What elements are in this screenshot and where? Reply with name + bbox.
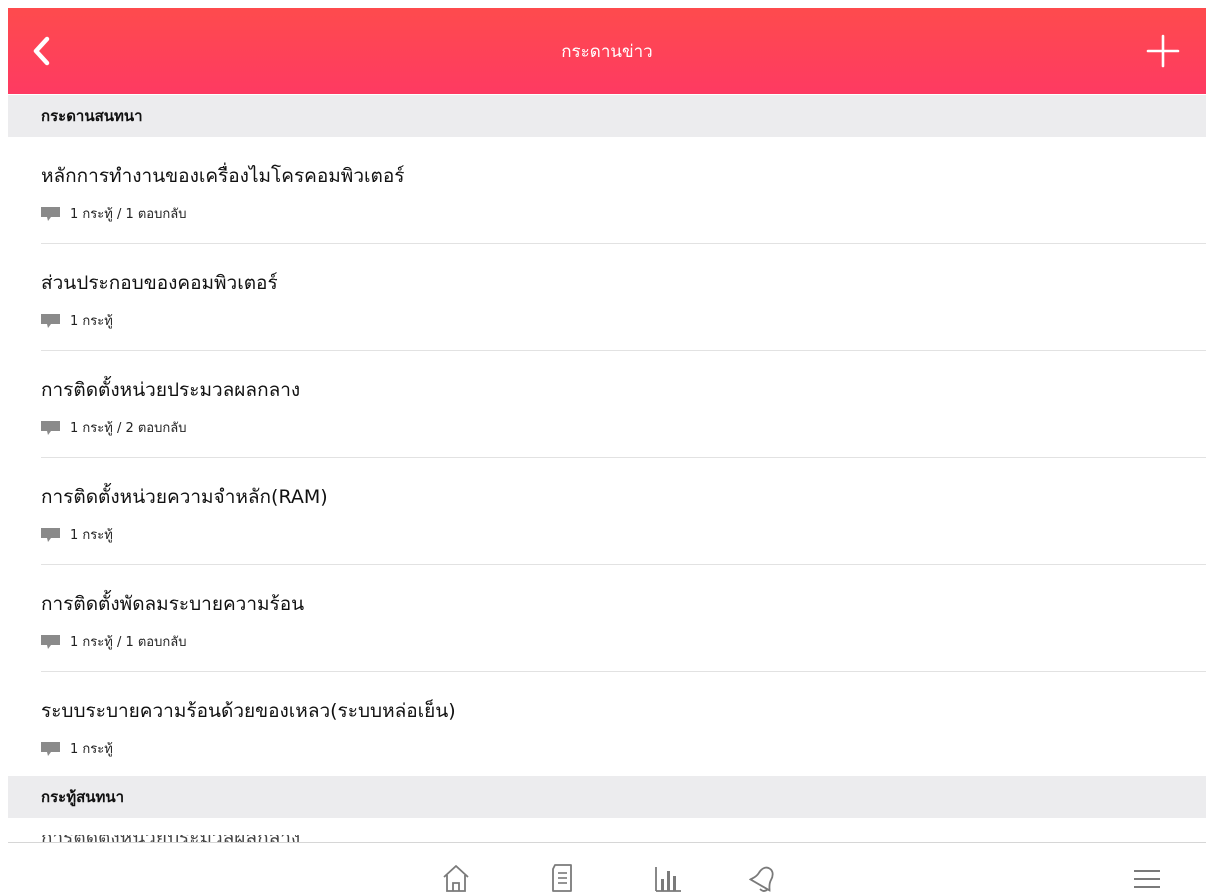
comment-icon <box>41 206 60 221</box>
board-stats-text: 1 กระทู้ <box>70 314 113 329</box>
board-stats: 1 กระทู้ / 1 ตอบกลับ <box>41 203 186 224</box>
list-item[interactable]: การติดตั้งหน่วยประมวลผลกลาง 1 กระทู้ / 2… <box>8 351 1206 458</box>
section-title: กระทู้สนทนา <box>41 788 125 806</box>
board-stats-text: 1 กระทู้ <box>70 742 113 757</box>
add-button[interactable] <box>1146 34 1180 68</box>
list-item[interactable]: ระบบระบายความร้อนด้วยของเหลว(ระบบหล่อเย็… <box>8 672 1206 779</box>
board-stats-text: 1 กระทู้ / 1 ตอบกลับ <box>70 635 187 650</box>
section-title: กระดานสนทนา <box>41 107 143 125</box>
header-bar: กระดานข่าว <box>8 8 1206 94</box>
tab-documents[interactable] <box>545 863 581 895</box>
document-icon <box>552 864 572 892</box>
board-stats: 1 กระทู้ <box>41 524 113 545</box>
comment-icon <box>41 634 60 649</box>
home-icon <box>443 865 469 892</box>
tab-notifications[interactable] <box>746 863 782 895</box>
board-stats: 1 กระทู้ <box>41 310 113 331</box>
comment-icon <box>41 741 60 756</box>
list-item[interactable]: หลักการทำงานของเครื่องไมโครคอมพิวเตอร์ 1… <box>8 137 1206 244</box>
section-header-topics: กระทู้สนทนา <box>8 776 1206 818</box>
list-item[interactable]: ส่วนประกอบของคอมพิวเตอร์ 1 กระทู้ <box>8 244 1206 351</box>
board-stats-text: 1 กระทู้ / 1 ตอบกลับ <box>70 207 187 222</box>
comment-icon <box>41 313 60 328</box>
list-item[interactable]: การติดตั้งหน่วยความจำหลัก(RAM) 1 กระทู้ <box>8 458 1206 565</box>
page-title: กระดานข่าว <box>561 41 653 62</box>
board-title: การติดตั้งหน่วยความจำหลัก(RAM) <box>41 486 328 508</box>
board-title: ระบบระบายความร้อนด้วยของเหลว(ระบบหล่อเย็… <box>41 700 456 722</box>
section-header-boards: กระดานสนทนา <box>8 95 1206 137</box>
list-item[interactable]: การติดตั้งพัดลมระบายความร้อน 1 กระทู้ / … <box>8 565 1206 672</box>
menu-icon <box>1134 870 1160 888</box>
board-stats: 1 กระทู้ <box>41 738 113 759</box>
comment-icon <box>41 527 60 542</box>
tab-menu[interactable] <box>1129 863 1165 895</box>
board-stats: 1 กระทู้ / 1 ตอบกลับ <box>41 631 186 652</box>
board-title: การติดตั้งหน่วยประมวลผลกลาง <box>41 379 301 401</box>
tab-stats[interactable] <box>650 863 686 895</box>
chart-icon <box>655 867 681 892</box>
tab-home[interactable] <box>438 863 474 895</box>
board-stats-text: 1 กระทู้ / 2 ตอบกลับ <box>70 421 187 436</box>
bell-icon <box>749 866 774 892</box>
board-stats: 1 กระทู้ / 2 ตอบกลับ <box>41 417 186 438</box>
board-title: หลักการทำงานของเครื่องไมโครคอมพิวเตอร์ <box>41 165 405 187</box>
board-title: การติดตั้งพัดลมระบายความร้อน <box>41 593 305 615</box>
comment-icon <box>41 420 60 435</box>
board-title: ส่วนประกอบของคอมพิวเตอร์ <box>41 272 278 294</box>
plus-icon <box>1146 34 1180 68</box>
board-stats-text: 1 กระทู้ <box>70 528 113 543</box>
bottom-nav <box>8 842 1206 896</box>
